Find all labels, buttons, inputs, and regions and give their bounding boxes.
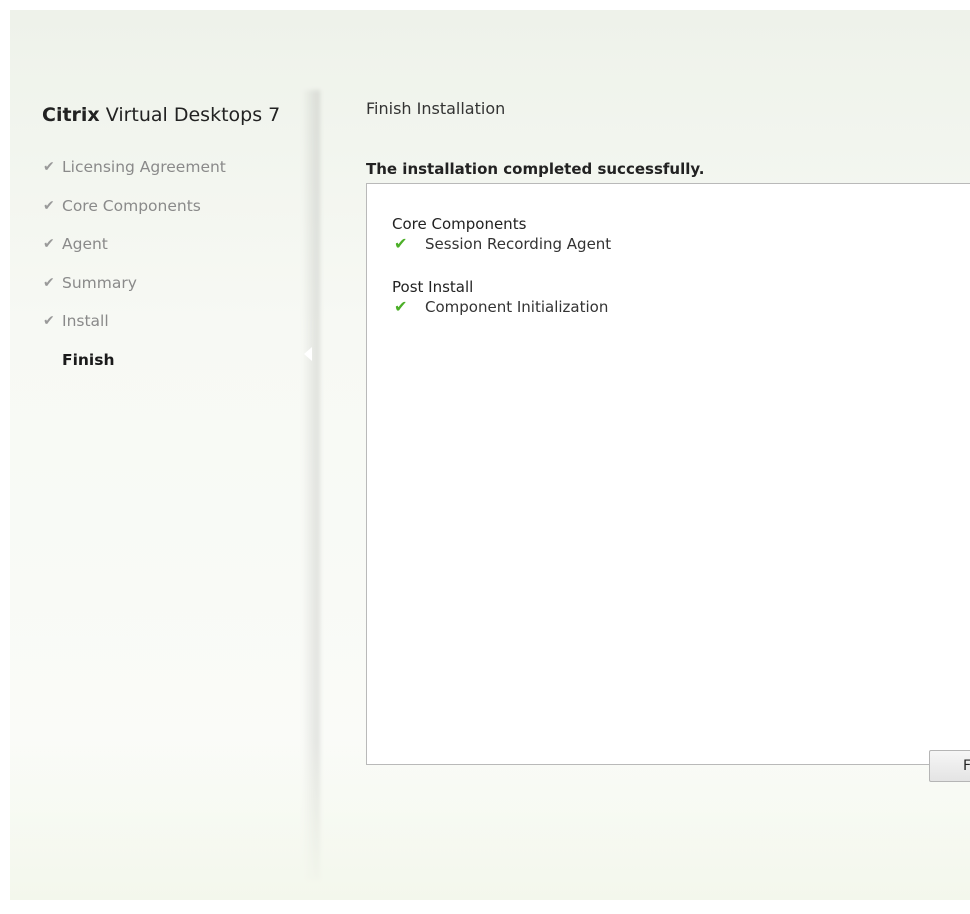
checkmark-icon: ✔: [43, 274, 55, 291]
step-label: Licensing Agreement: [62, 158, 226, 177]
result-item: ✔ Component Initialization: [392, 297, 608, 317]
step-install[interactable]: ✔ Install: [43, 302, 226, 341]
step-finish[interactable]: ✔ Finish: [43, 341, 226, 380]
product-brand: Citrix: [42, 104, 100, 126]
result-item-label: Component Initialization: [425, 298, 609, 316]
product-title: Citrix Virtual Desktops 7: [42, 104, 280, 126]
result-group-title: Core Components: [392, 215, 527, 233]
sidebar-divider: [302, 90, 320, 880]
checkmark-icon: ✔: [43, 159, 55, 176]
page-title: Finish Installation: [366, 99, 506, 118]
installer-window: Citrix Virtual Desktops 7 ✔ Licensing Ag…: [10, 10, 970, 900]
results-panel: Core Components ✔ Session Recording Agen…: [366, 183, 970, 765]
step-licensing-agreement[interactable]: ✔ Licensing Agreement: [43, 148, 226, 187]
step-label: Install: [62, 312, 109, 331]
step-label: Agent: [62, 235, 108, 254]
step-label: Summary: [62, 273, 137, 292]
check-icon: ✔: [394, 234, 408, 253]
product-name: Virtual Desktops 7: [105, 104, 281, 126]
step-summary[interactable]: ✔ Summary: [43, 264, 226, 303]
status-message: The installation completed successfully.: [366, 160, 705, 178]
result-item-label: Session Recording Agent: [425, 235, 612, 253]
result-group-post-install: Post Install ✔ Component Initialization: [392, 277, 608, 317]
check-icon: ✔: [394, 297, 408, 316]
current-step-indicator: [304, 347, 312, 361]
step-agent[interactable]: ✔ Agent: [43, 225, 226, 264]
step-label: Core Components: [62, 196, 201, 215]
checkmark-icon: ✔: [43, 236, 55, 253]
step-core-components[interactable]: ✔ Core Components: [43, 187, 226, 226]
result-group-title: Post Install: [392, 278, 474, 296]
checkmark-icon: ✔: [43, 197, 55, 214]
sidebar: Citrix Virtual Desktops 7 ✔ Licensing Ag…: [10, 10, 310, 900]
finish-button[interactable]: Finish: [929, 750, 970, 782]
result-group-core-components: Core Components ✔ Session Recording Agen…: [392, 214, 611, 254]
checkmark-icon: ✔: [43, 313, 55, 330]
wizard-steps: ✔ Licensing Agreement ✔ Core Components …: [43, 148, 226, 379]
step-label: Finish: [62, 350, 115, 369]
result-item: ✔ Session Recording Agent: [392, 234, 611, 254]
